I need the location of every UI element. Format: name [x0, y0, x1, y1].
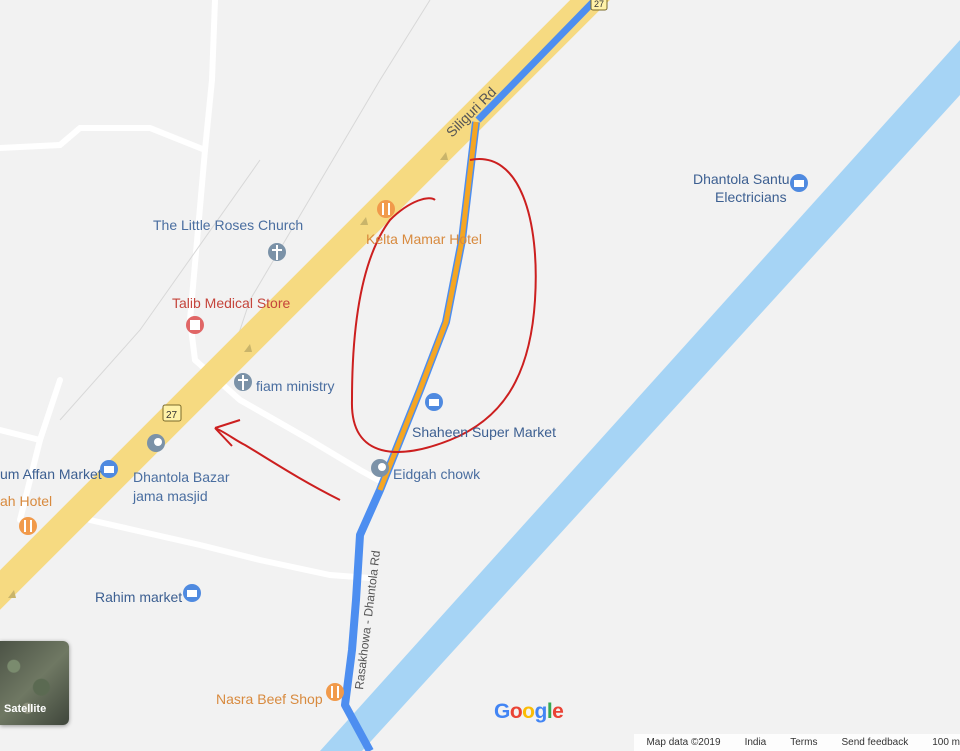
talib-medical-label[interactable]: Talib Medical Store [172, 294, 290, 313]
kelta-mamar-hotel-label[interactable]: Kelta Mamar Hotel [366, 230, 482, 249]
google-logo: Google [494, 700, 564, 723]
fiam-ministry-label[interactable]: fiam ministry [256, 377, 335, 396]
terms-link[interactable]: Terms [790, 737, 817, 748]
satellite-label: Satellite [4, 703, 47, 715]
rahim-market-label[interactable]: Rahim market [95, 588, 182, 607]
shaheen-market-marker[interactable] [425, 393, 443, 411]
map-data-attribution: Map data ©2019 [646, 737, 721, 748]
shaheen-super-market-label[interactable]: Shaheen Super Market [412, 423, 556, 442]
jama-masjid-label[interactable]: jama masjid [133, 487, 208, 506]
highway-shield-mid-text: 27 [166, 410, 178, 421]
highway-shield-top-text: 27 [594, 0, 604, 9]
map-footer: Map data ©2019 India Terms Send feedback… [634, 734, 960, 751]
ah-hotel-marker[interactable] [19, 517, 37, 535]
little-roses-church-label[interactable]: The Little Roses Church [153, 216, 303, 235]
dhantola-mosque-marker[interactable] [147, 434, 165, 452]
church-marker[interactable] [268, 243, 286, 261]
eidgah-chowk-label[interactable]: Eidgah chowk [393, 465, 480, 484]
scale-label[interactable]: 100 m [932, 737, 960, 748]
nasra-beef-marker[interactable] [326, 683, 344, 701]
satellite-toggle-button[interactable]: Satellite [0, 641, 69, 725]
dhantola-bazar-label[interactable]: Dhantola Bazar [133, 468, 230, 487]
santu-electricians-marker[interactable] [790, 174, 808, 192]
fiam-church-marker[interactable] [234, 373, 252, 391]
annotation-arrow [214, 427, 341, 501]
affan-market-label[interactable]: um Affan Market [0, 465, 102, 484]
santu-electricians-label-1[interactable]: Dhantola Santu [693, 170, 790, 189]
medical-store-marker[interactable] [186, 316, 204, 334]
affan-market-marker[interactable] [100, 460, 118, 478]
nasra-beef-shop-label[interactable]: Nasra Beef Shop [216, 690, 323, 709]
send-feedback-link[interactable]: Send feedback [841, 737, 908, 748]
kelta-hotel-marker[interactable] [377, 200, 395, 218]
region-link[interactable]: India [745, 737, 767, 748]
route-line-highway[interactable] [475, 0, 598, 123]
ah-hotel-label[interactable]: ah Hotel [0, 492, 52, 511]
map-canvas[interactable]: Siliguri Rd Rasakhowa - Dhantola Rd 27 2… [0, 0, 960, 751]
rahim-market-marker[interactable] [183, 584, 201, 602]
eidgah-marker[interactable] [371, 459, 389, 477]
santu-electricians-label-2[interactable]: Electricians [715, 188, 787, 207]
